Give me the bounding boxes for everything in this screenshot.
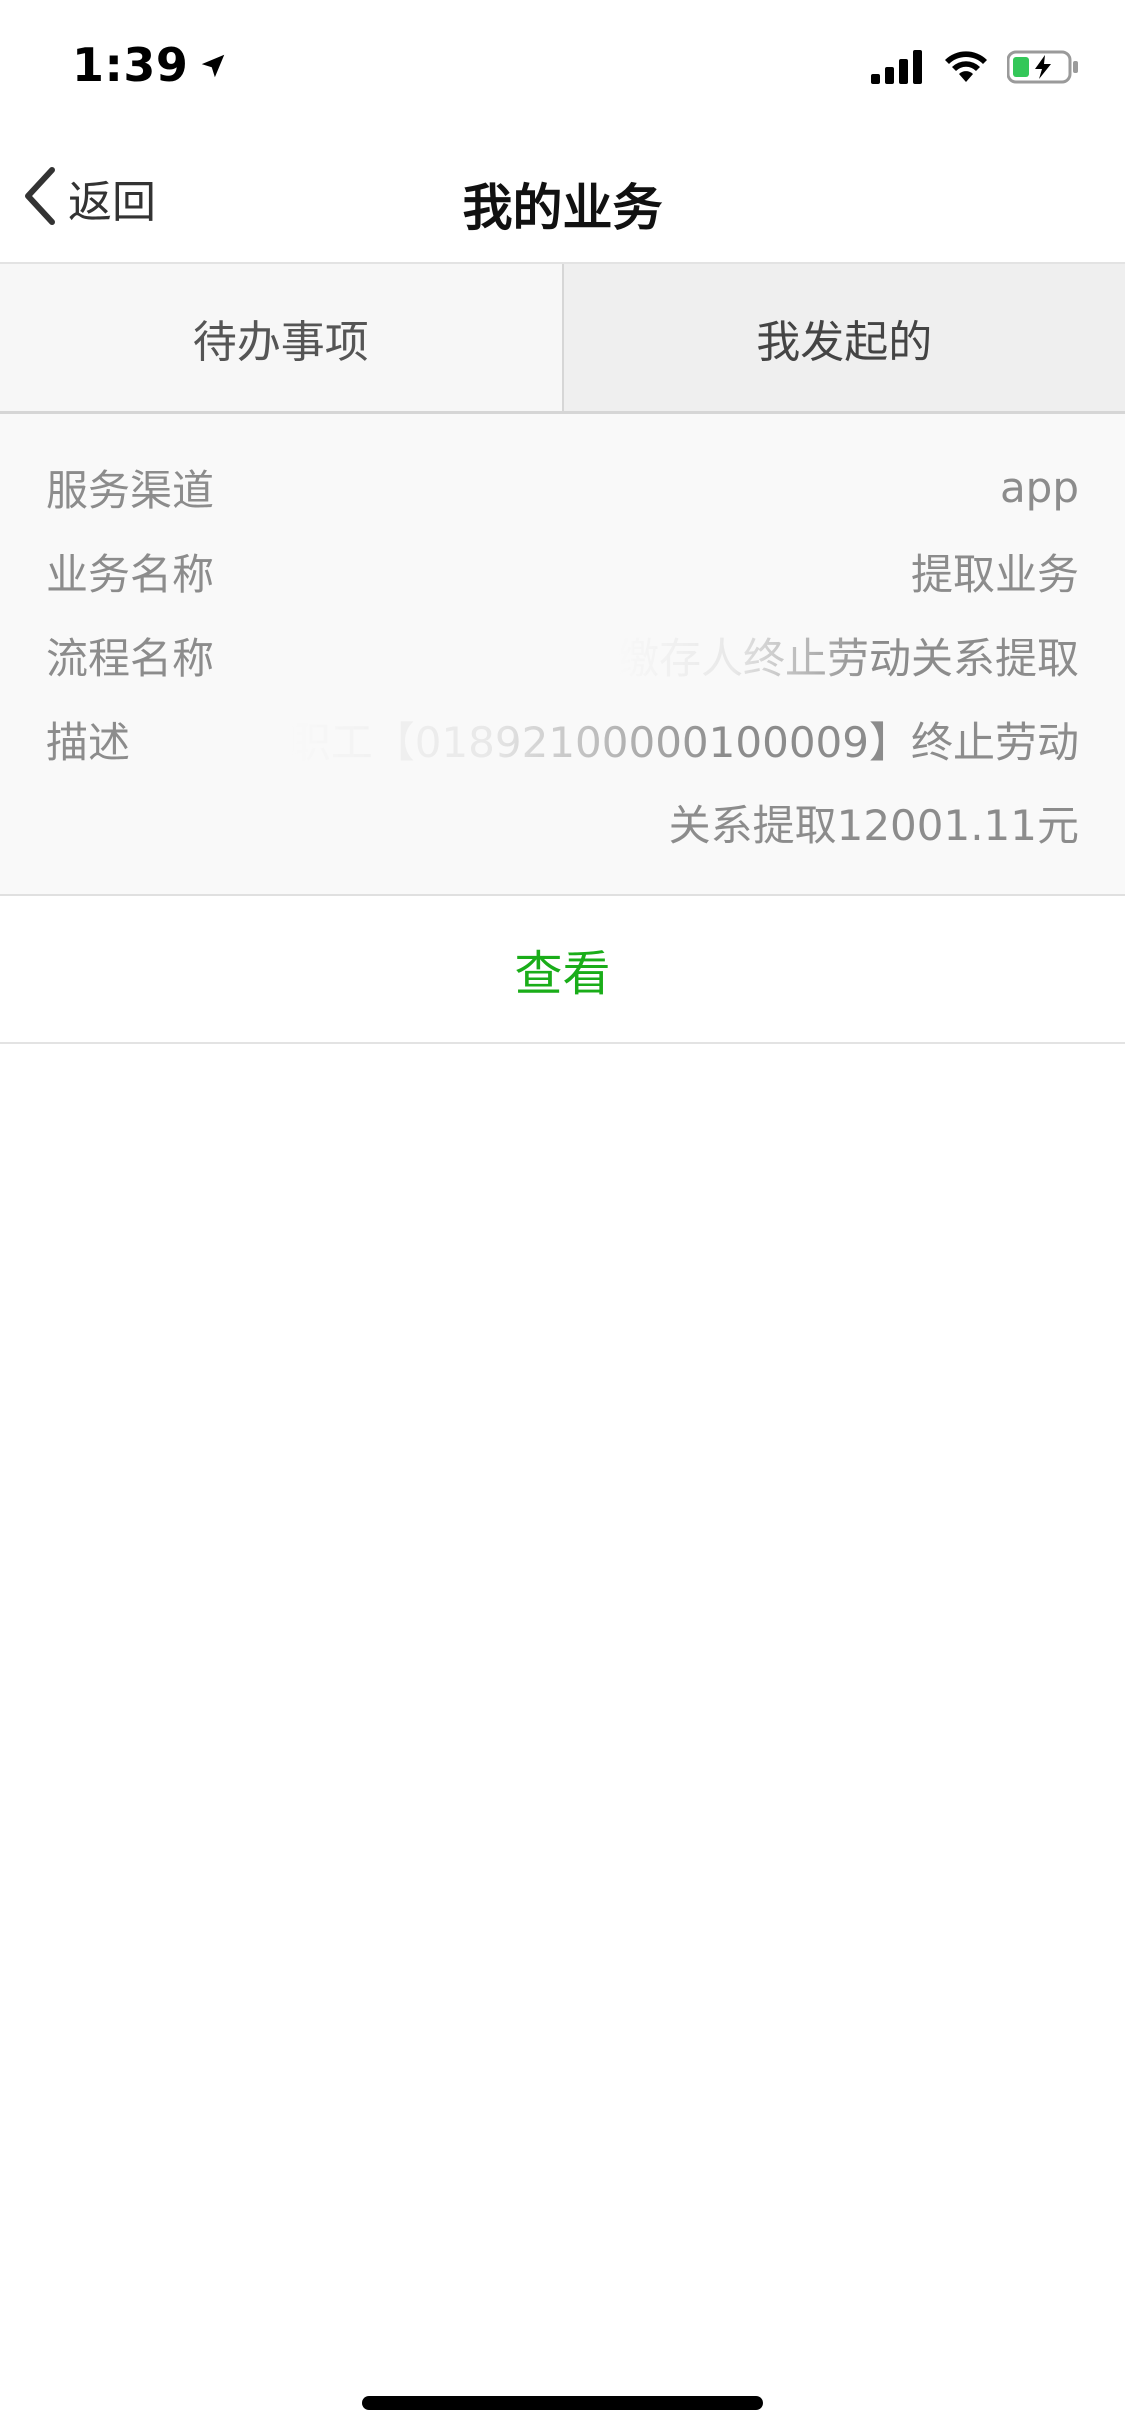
row-label: 业务名称 — [46, 549, 215, 599]
location-arrow-icon — [198, 38, 228, 92]
signal-icon — [871, 50, 925, 88]
row-process-name: 流程名称 缴存人终止劳动关系提取 — [46, 620, 1079, 690]
status-icons — [871, 50, 1079, 88]
tab-bar: 待办事项 我发起的 — [0, 264, 1125, 414]
row-label: 流程名称 — [46, 633, 215, 683]
row-label: 服务渠道 — [46, 465, 215, 515]
tab-todo[interactable]: 待办事项 — [0, 264, 562, 411]
tab-initiated[interactable]: 我发起的 — [561, 264, 1125, 411]
row-value: 提取业务 — [910, 549, 1079, 599]
row-label: 描述 — [46, 717, 131, 767]
description-continuation: 关系提取12001.11元 — [668, 801, 1079, 850]
battery-charging-icon — [1006, 50, 1079, 88]
status-bar: 1:39 — [0, 0, 1125, 132]
view-button[interactable]: 查看 — [0, 896, 1125, 1044]
home-indicator[interactable] — [362, 2396, 763, 2410]
status-time-text: 1:39 — [72, 38, 189, 92]
business-card: 服务渠道 app 业务名称 提取业务 流程名称 缴存人终止劳动关系提取 描述 职… — [0, 414, 1125, 896]
page-title: 我的业务 — [462, 179, 663, 237]
row-value: app — [999, 462, 1079, 512]
row-business-name: 业务名称 提取业务 — [46, 536, 1079, 606]
row-value: 职工【01892100000100009】终止劳动 — [288, 717, 1079, 767]
nav-bar: 返回 我的业务 — [0, 132, 1125, 264]
row-description: 描述 职工【01892100000100009】终止劳动 — [46, 704, 1079, 774]
wifi-icon — [943, 50, 989, 88]
status-time: 1:39 — [72, 38, 228, 92]
row-service-channel: 服务渠道 app — [46, 452, 1079, 522]
row-value: 缴存人终止劳动关系提取 — [616, 633, 1079, 683]
